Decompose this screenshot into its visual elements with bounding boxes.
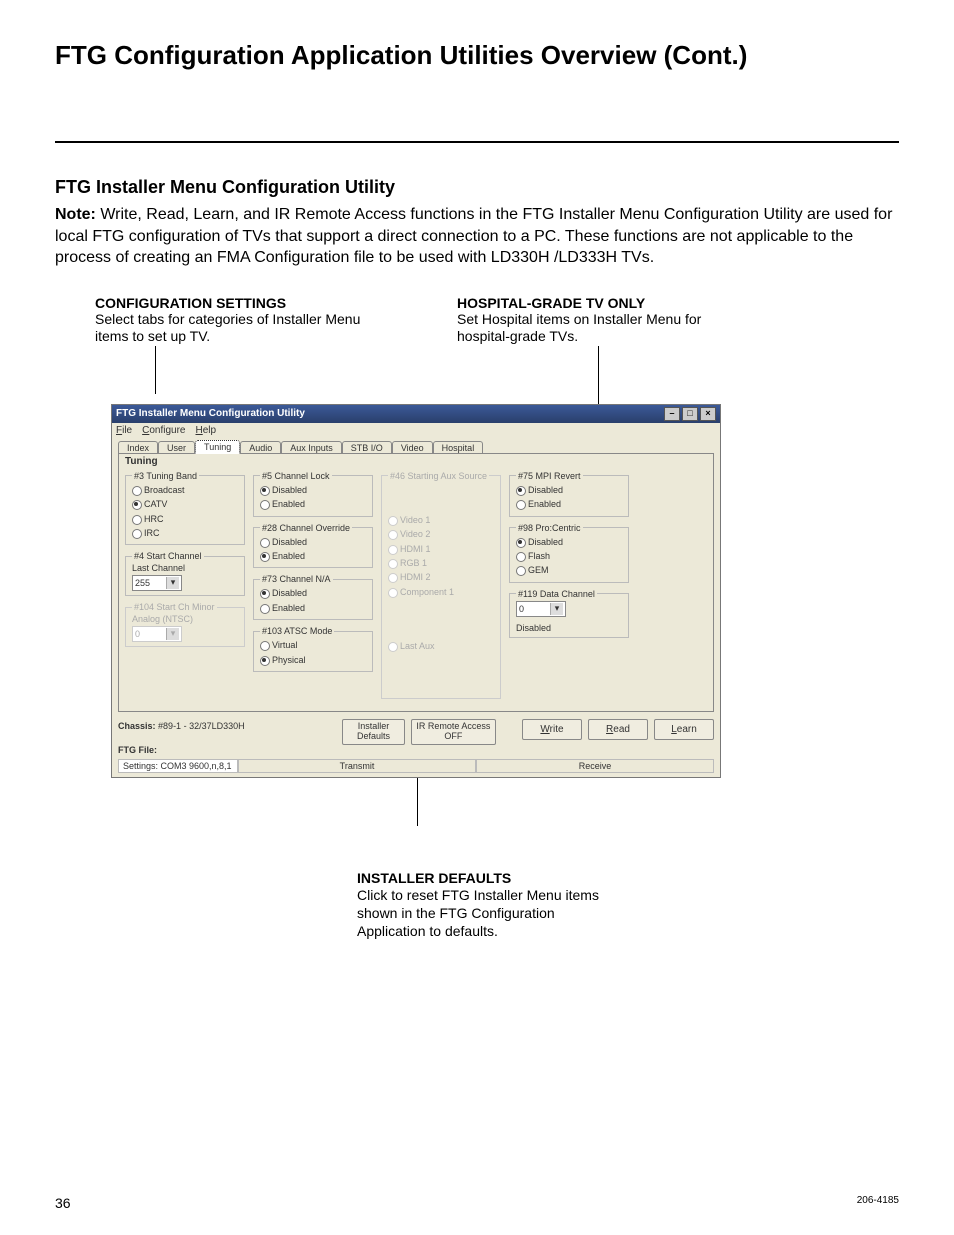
chevron-down-icon: ▾ [550, 603, 563, 615]
panel-name: Tuning [125, 456, 707, 467]
callout-line [155, 346, 156, 394]
radio-enabled[interactable]: Enabled [260, 549, 368, 563]
tab-tuning[interactable]: Tuning [195, 440, 240, 454]
radio-hdmi1: HDMI 1 [388, 542, 496, 556]
annotation-config: CONFIGURATION SETTINGS Select tabs for c… [95, 295, 395, 346]
section-title: FTG Installer Menu Configuration Utility [55, 177, 899, 198]
data-channel-select[interactable]: 0 ▾ [516, 601, 566, 617]
transmit-cell: Transmit [238, 759, 476, 773]
radio-video2: Video 2 [388, 527, 496, 541]
chassis-row: Chassis: #89-1 - 32/37LD330H FTG File: I… [112, 717, 720, 759]
radio-hdmi2: HDMI 2 [388, 570, 496, 584]
doc-code: 206-4185 [857, 1195, 899, 1211]
radio-video1: Video 1 [388, 513, 496, 527]
divider [55, 141, 899, 143]
settings-cell: Settings: COM3 9600,n,8,1 [118, 759, 238, 773]
group-mpi-revert: #75 MPI Revert Disabled Enabled [509, 471, 629, 517]
page-title: FTG Configuration Application Utilities … [55, 40, 899, 71]
ir-remote-button[interactable]: IR Remote Access OFF [411, 719, 496, 745]
group-channel-na: #73 Channel N/A Disabled Enabled [253, 574, 373, 620]
app-window: FTG Installer Menu Configuration Utility… [111, 404, 721, 778]
radio-enabled[interactable]: Enabled [260, 601, 368, 615]
radio-disabled[interactable]: Disabled [516, 535, 624, 549]
maximize-icon[interactable]: □ [682, 407, 698, 421]
title-bar: FTG Installer Menu Configuration Utility… [112, 405, 720, 423]
note-paragraph: Note: Write, Read, Learn, and IR Remote … [55, 204, 899, 269]
callout-line [417, 778, 418, 826]
tab-bar: Index User Tuning Audio Aux Inputs STB I… [112, 438, 720, 454]
page-footer: 36 206-4185 [55, 1195, 899, 1211]
radio-component1: Component 1 [388, 585, 496, 599]
close-icon[interactable]: × [700, 407, 716, 421]
radio-enabled[interactable]: Enabled [260, 497, 368, 511]
radio-catv[interactable]: CATV [132, 497, 240, 511]
minimize-icon[interactable]: – [664, 407, 680, 421]
tuning-panel: Tuning #3 Tuning Band Broadcast CATV HRC… [118, 453, 714, 712]
page-number: 36 [55, 1195, 71, 1211]
group-atsc-mode: #103 ATSC Mode Virtual Physical [253, 626, 373, 672]
ftg-file-label: FTG File: [118, 745, 157, 755]
radio-last-aux: Last Aux [388, 639, 496, 653]
window-title: FTG Installer Menu Configuration Utility [116, 408, 305, 419]
menu-help[interactable]: Help [196, 425, 217, 436]
radio-disabled[interactable]: Disabled [516, 483, 624, 497]
annotation-hospital: HOSPITAL-GRADE TV ONLY Set Hospital item… [457, 295, 757, 346]
write-button[interactable]: Write [522, 719, 582, 740]
radio-irc[interactable]: IRC [132, 526, 240, 540]
radio-flash[interactable]: Flash [516, 549, 624, 563]
chevron-down-icon: ▾ [166, 628, 179, 640]
learn-button[interactable]: Learn [654, 719, 714, 740]
group-start-channel: #4 Start Channel Last Channel 255 ▾ [125, 551, 245, 596]
group-tuning-band: #3 Tuning Band Broadcast CATV HRC IRC [125, 471, 245, 546]
radio-gem[interactable]: GEM [516, 563, 624, 577]
menu-bar: File Configure Help [112, 423, 720, 438]
radio-disabled[interactable]: Disabled [260, 586, 368, 600]
group-channel-lock: #5 Channel Lock Disabled Enabled [253, 471, 373, 517]
group-data-channel: #119 Data Channel 0 ▾ Disabled [509, 589, 629, 638]
note-text: Write, Read, Learn, and IR Remote Access… [55, 206, 892, 266]
callout-line [598, 346, 599, 404]
start-ch-minor-select: 0 ▾ [132, 626, 182, 642]
radio-rgb1: RGB 1 [388, 556, 496, 570]
radio-enabled[interactable]: Enabled [516, 497, 624, 511]
read-button[interactable]: Read [588, 719, 648, 740]
chassis-value: #89-1 - 32/37LD330H [158, 721, 245, 731]
group-starting-aux-source: #46 Starting Aux Source Video 1 Video 2 … [381, 471, 501, 699]
status-bar: Settings: COM3 9600,n,8,1 Transmit Recei… [118, 759, 714, 773]
installer-defaults-button[interactable]: Installer Defaults [342, 719, 405, 745]
data-channel-status: Disabled [516, 623, 624, 633]
note-label: Note: [55, 206, 96, 223]
group-procentric: #98 Pro:Centric Disabled Flash GEM [509, 523, 629, 583]
radio-broadcast[interactable]: Broadcast [132, 483, 240, 497]
radio-hrc[interactable]: HRC [132, 512, 240, 526]
start-channel-select[interactable]: 255 ▾ [132, 575, 182, 591]
chassis-label: Chassis: [118, 721, 156, 731]
radio-disabled[interactable]: Disabled [260, 535, 368, 549]
chevron-down-icon: ▾ [166, 577, 179, 589]
radio-physical[interactable]: Physical [260, 653, 368, 667]
annotation-installer-defaults: INSTALLER DEFAULTS Click to reset FTG In… [357, 870, 617, 941]
radio-virtual[interactable]: Virtual [260, 638, 368, 652]
menu-configure[interactable]: Configure [142, 425, 185, 436]
group-start-ch-minor: #104 Start Ch Minor Analog (NTSC) 0 ▾ [125, 602, 245, 647]
radio-disabled[interactable]: Disabled [260, 483, 368, 497]
receive-cell: Receive [476, 759, 714, 773]
menu-file[interactable]: File [116, 425, 132, 436]
group-channel-override: #28 Channel Override Disabled Enabled [253, 523, 373, 569]
